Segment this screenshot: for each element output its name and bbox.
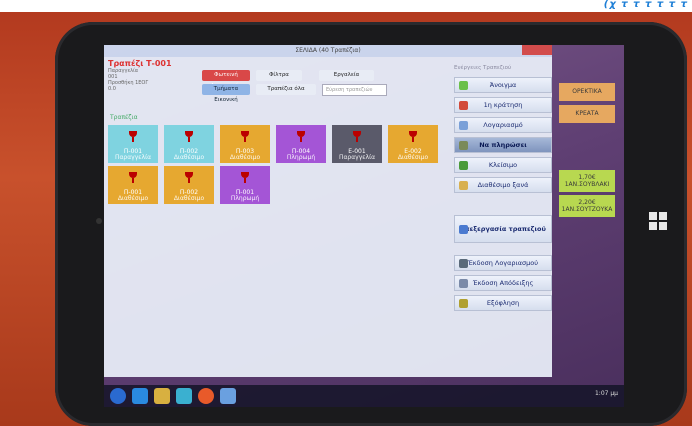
- category-tile[interactable]: 2,20€ 1ΑΝ.ΣΟΥΤΖΟΥΚΑ: [559, 195, 615, 217]
- table-tile[interactable]: Π-001 Διαθέσιμο: [108, 166, 158, 204]
- app-icon[interactable]: [220, 388, 236, 404]
- glass-icon: [128, 172, 138, 184]
- table-status: Διαθέσιμο: [397, 154, 429, 161]
- table-tile[interactable]: Ε-001 Παραγγελία: [332, 125, 382, 163]
- action-button[interactable]: Κλείσιμο: [454, 157, 552, 173]
- action-icon: [459, 279, 468, 288]
- table-status: Διαθέσιμο: [173, 195, 205, 202]
- action-button[interactable]: 1η κράτηση: [454, 97, 552, 113]
- actions-panel: Ενέργειες Τραπεζιού Άνοιγμα 1η κράτηση Λογ…: [454, 65, 552, 377]
- table-status: Πληρωμή: [230, 195, 260, 202]
- tools-button[interactable]: Εργαλεία: [319, 70, 374, 81]
- window-title-bar: ΣΕΛΙΔΑ (40 Τραπέζια): [104, 45, 552, 57]
- action-icon: [459, 161, 468, 170]
- table-tile[interactable]: Π-001 Πληρωμή: [220, 166, 270, 204]
- order-info: Τραπέζι Τ-001 Παραγγελία 001 Προσθήκη 1Ε…: [108, 59, 183, 99]
- action-icon: [459, 181, 468, 190]
- chrome-icon[interactable]: [198, 388, 214, 404]
- action-icon: [459, 299, 468, 308]
- category-tile[interactable]: 1,70€ 1ΑΝ.ΣΟΥΒΛΑΚΙ: [559, 170, 615, 192]
- action-icon: [459, 81, 468, 90]
- banner-text: (χ τ τ τ τ τ τ: [603, 0, 688, 10]
- table-title: Τραπέζι Τ-001: [108, 59, 172, 68]
- action-label: Επεξεργασία τραπεζιού: [460, 225, 546, 233]
- pos-app-window: ΣΕΛΙΔΑ (40 Τραπέζια) Τραπέζι Τ-001 Παραγ…: [104, 45, 552, 377]
- action-label: Εξόφληση: [486, 299, 520, 307]
- glass-icon: [128, 131, 138, 143]
- start-icon[interactable]: [110, 388, 126, 404]
- page-banner: (χ τ τ τ τ τ τ: [0, 0, 692, 12]
- all-tables-label: Τραπέζια όλα: [267, 86, 305, 92]
- action-label: Να πληρώσει: [479, 141, 527, 149]
- tools-label: Εργαλεία: [333, 72, 360, 78]
- mode-button[interactable]: Φωτεινή Λειτουργία: [202, 70, 250, 89]
- action-icon: [459, 259, 468, 268]
- window-title: ΣΕΛΙΔΑ (40 Τραπέζια): [295, 47, 361, 54]
- folder-icon[interactable]: [154, 388, 170, 404]
- action-label: 1η κράτηση: [483, 101, 523, 109]
- table-status: Παραγγελία: [114, 154, 152, 161]
- action-button[interactable]: Εξόφληση: [454, 295, 552, 311]
- all-tables-button[interactable]: Τραπέζια όλα: [256, 84, 316, 95]
- table-tile[interactable]: Π-004 Πληρωμή: [276, 125, 326, 163]
- action-button[interactable]: Άνοιγμα: [454, 77, 552, 93]
- panel-header: Ενέργειες Τραπεζιού: [454, 65, 512, 71]
- search-input[interactable]: Εύρεση τραπεζιών: [322, 84, 387, 96]
- category-tile[interactable]: ΟΡΕΚΤΙΚΑ: [559, 83, 615, 101]
- glass-icon: [240, 172, 250, 184]
- table-status: Διαθέσιμο: [173, 154, 205, 161]
- table-tile[interactable]: Π-002 Διαθέσιμο: [164, 125, 214, 163]
- table-tile[interactable]: Π-003 Διαθέσιμο: [220, 125, 270, 163]
- glass-icon: [240, 131, 250, 143]
- glass-icon: [184, 172, 194, 184]
- glass-icon: [184, 131, 194, 143]
- table-tile[interactable]: Π-001 Παραγγελία: [108, 125, 158, 163]
- tray-clock: 1:07 μμ: [594, 390, 618, 397]
- action-label: Λογαριασμό: [483, 121, 523, 129]
- action-button[interactable]: Να πληρώσει: [454, 137, 552, 153]
- tables-label: Τραπέζια: [110, 114, 138, 121]
- table-tile[interactable]: Ε-002 Διαθέσιμο: [388, 125, 438, 163]
- action-button[interactable]: Έκδοση Λογαριασμού: [454, 255, 552, 271]
- layout-button[interactable]: Τμήματα Εικονική: [202, 84, 250, 103]
- action-label: Άνοιγμα: [489, 81, 517, 89]
- taskbar: 1:07 μμ: [104, 385, 624, 407]
- action-icon: [459, 101, 468, 110]
- tablet-screen: ΣΕΛΙΔΑ (40 Τραπέζια) Τραπέζι Τ-001 Παραγ…: [104, 45, 624, 407]
- action-label: Έκδοση Λογαριασμού: [467, 259, 539, 267]
- table-status: Παραγγελία: [338, 154, 376, 161]
- table-status: Πληρωμή: [286, 154, 316, 161]
- info-line: 0.0: [108, 86, 116, 92]
- table-status: Διαθέσιμο: [117, 195, 149, 202]
- action-icon: [459, 141, 468, 150]
- action-button[interactable]: Επεξεργασία τραπεζιού: [454, 215, 552, 243]
- close-button[interactable]: [522, 45, 552, 55]
- action-button[interactable]: Διαθέσιμο ξανά: [454, 177, 552, 193]
- glass-icon: [296, 131, 306, 143]
- filters-label: Φίλτρα: [269, 72, 289, 78]
- category-tile[interactable]: ΚΡΕΑΤΑ: [559, 105, 615, 123]
- action-icon: [459, 225, 468, 234]
- filters-button[interactable]: Φίλτρα: [256, 70, 302, 81]
- store-icon[interactable]: [176, 388, 192, 404]
- ie-icon[interactable]: [132, 388, 148, 404]
- table-status: Διαθέσιμο: [229, 154, 261, 161]
- action-label: Έκδοση Απόδειξης: [472, 279, 534, 287]
- glass-icon: [352, 131, 362, 143]
- action-button[interactable]: Λογαριασμό: [454, 117, 552, 133]
- windows-logo-icon[interactable]: [649, 212, 667, 230]
- action-icon: [459, 121, 468, 130]
- camera: [96, 218, 102, 224]
- glass-icon: [408, 131, 418, 143]
- action-button[interactable]: Έκδοση Απόδειξης: [454, 275, 552, 291]
- action-label: Διαθέσιμο ξανά: [477, 181, 529, 189]
- action-label: Κλείσιμο: [488, 161, 518, 169]
- table-tile[interactable]: Π-002 Διαθέσιμο: [164, 166, 214, 204]
